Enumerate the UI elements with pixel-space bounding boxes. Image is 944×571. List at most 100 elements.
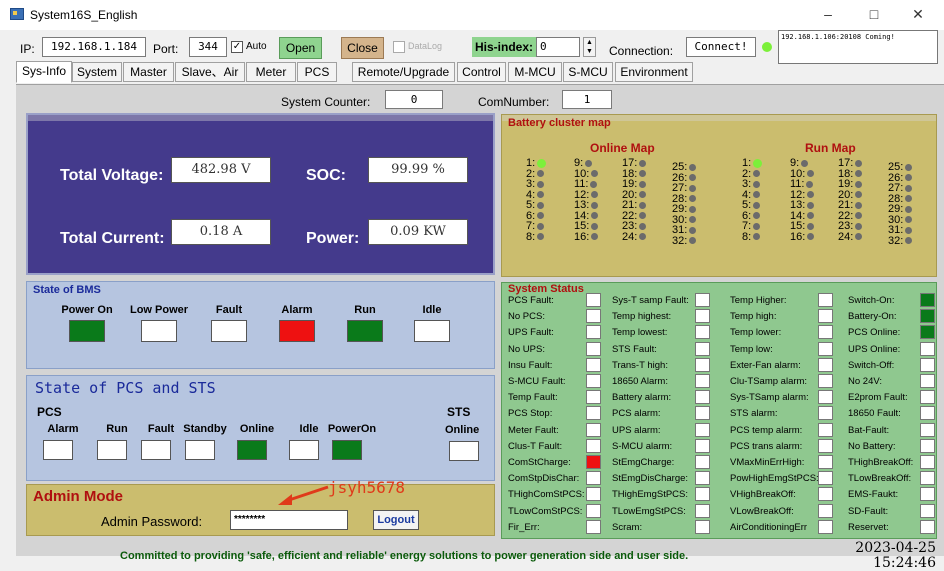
- pcs-state-label: Online: [239, 423, 275, 435]
- tab-remote-upgrade[interactable]: Remote/Upgrade: [352, 62, 455, 82]
- com-number-label: ComNumber:: [478, 95, 550, 109]
- online-map-status-icon: [591, 191, 599, 199]
- his-index-spinner[interactable]: ▲ ▼: [583, 37, 596, 57]
- tab-slave-air[interactable]: Slave、Air: [175, 62, 245, 82]
- power-label: Power:: [306, 230, 360, 247]
- online-map-status-icon: [689, 226, 697, 234]
- status-indicator: [818, 341, 833, 356]
- status-indicator: [920, 471, 935, 486]
- port-input[interactable]: 344: [189, 37, 227, 57]
- close-window-button[interactable]: ✕: [906, 4, 930, 24]
- sts-online-label: Online: [445, 424, 480, 436]
- clock-date: 2023-04-25: [855, 540, 936, 556]
- status-label: StEmgCharge:: [612, 457, 675, 468]
- status-indicator: [695, 341, 710, 356]
- status-indicator: [818, 357, 833, 372]
- tab-meter[interactable]: Meter: [246, 62, 296, 82]
- auto-checkbox[interactable]: ✓: [231, 41, 243, 53]
- run-map-status-icon: [753, 222, 761, 230]
- tab-control[interactable]: Control: [457, 62, 506, 82]
- online-map-status-icon: [689, 184, 697, 192]
- run-map-status-icon: [753, 201, 761, 209]
- pcs-state-label: Alarm: [47, 423, 79, 435]
- run-map-title: Run Map: [805, 141, 856, 155]
- run-map-cell-32: 32:: [888, 235, 913, 247]
- status-label: Bat-Fault:: [848, 424, 890, 436]
- soc-value: 99.99 %: [368, 157, 468, 183]
- bms-state-indicator: [279, 320, 315, 342]
- online-map-status-icon: [639, 159, 647, 167]
- tab-pcs[interactable]: PCS: [297, 62, 337, 82]
- status-label: Battery-On:: [848, 311, 897, 323]
- status-indicator: [695, 309, 710, 324]
- tab-s-mcu[interactable]: S-MCU: [563, 62, 613, 82]
- port-label: Port:: [153, 42, 179, 56]
- status-label: No UPS:: [508, 343, 545, 355]
- ip-input[interactable]: 192.168.1.184: [42, 37, 146, 57]
- online-map-status-icon: [537, 222, 545, 230]
- status-label: PCS Online:: [848, 327, 901, 339]
- tab-master[interactable]: Master: [123, 62, 174, 82]
- status-label: VHighBreakOff:: [730, 489, 796, 501]
- status-indicator: [920, 422, 935, 437]
- status-label: Switch-Off:: [848, 359, 895, 371]
- his-index-input[interactable]: 0: [536, 37, 580, 57]
- datalog-label: DataLog: [408, 41, 443, 51]
- status-label: VMaxMinErrHigh:: [730, 457, 805, 468]
- status-label: THighComStPCS:: [508, 489, 585, 501]
- total-voltage-value: 482.98 V: [171, 157, 271, 183]
- online-map-status-icon: [585, 159, 593, 167]
- run-map-status-icon: [905, 195, 913, 203]
- minimize-button[interactable]: –: [816, 4, 840, 24]
- pcs-section-label: PCS: [37, 405, 62, 419]
- total-current-value: 0.18 A: [171, 219, 271, 245]
- status-label: UPS alarm:: [612, 424, 661, 436]
- online-map-status-icon: [591, 170, 599, 178]
- status-indicator: [818, 503, 833, 518]
- status-label: STS alarm:: [730, 408, 778, 420]
- status-label: EMS-Faukt:: [848, 489, 899, 501]
- status-indicator: [586, 309, 601, 324]
- status-label: UPS Online:: [848, 343, 901, 355]
- status-indicator: [920, 293, 935, 307]
- tab-sys-info[interactable]: Sys-Info: [16, 61, 72, 83]
- status-label: Clus-T Fault:: [508, 440, 563, 452]
- status-indicator: [695, 390, 710, 405]
- status-indicator: [818, 406, 833, 421]
- online-map-status-icon: [537, 158, 547, 168]
- status-indicator: [818, 422, 833, 437]
- his-index-label: His-index:: [472, 37, 536, 57]
- connection-led-icon: [762, 42, 772, 52]
- status-indicator: [586, 406, 601, 421]
- status-label: No 24V:: [848, 376, 882, 387]
- status-indicator: [695, 519, 710, 534]
- status-indicator: [695, 406, 710, 421]
- status-label: VLowBreakOff:: [730, 505, 794, 517]
- datalog-checkbox[interactable]: [393, 41, 405, 53]
- pcs-state-indicator: [237, 440, 267, 460]
- tab-environment[interactable]: Environment: [615, 62, 693, 82]
- close-button[interactable]: Close: [341, 37, 384, 59]
- online-map-status-icon: [537, 212, 545, 220]
- run-map-status-icon: [806, 180, 814, 188]
- logout-button[interactable]: Logout: [373, 510, 419, 530]
- open-button[interactable]: Open: [279, 37, 322, 59]
- run-map-status-icon: [753, 233, 761, 241]
- status-indicator: [695, 438, 710, 453]
- status-indicator: [818, 487, 833, 502]
- run-map-cell-24: 24:: [838, 231, 863, 243]
- tab-m-mcu[interactable]: M-MCU: [508, 62, 562, 82]
- tab-system[interactable]: System: [72, 62, 122, 82]
- pcs-state-indicator: [185, 440, 215, 460]
- online-map-status-icon: [689, 237, 697, 245]
- admin-password-input[interactable]: ********: [230, 510, 348, 530]
- status-label: Temp low:: [730, 343, 773, 355]
- status-indicator: [586, 519, 601, 534]
- status-indicator: [818, 438, 833, 453]
- bms-state-label: Run: [354, 304, 376, 316]
- status-label: PCS alarm:: [612, 408, 661, 420]
- maximize-button[interactable]: □: [862, 4, 886, 24]
- password-annotation: jsyh5678: [328, 478, 406, 497]
- run-map-status-icon: [855, 180, 863, 188]
- status-indicator: [586, 471, 601, 486]
